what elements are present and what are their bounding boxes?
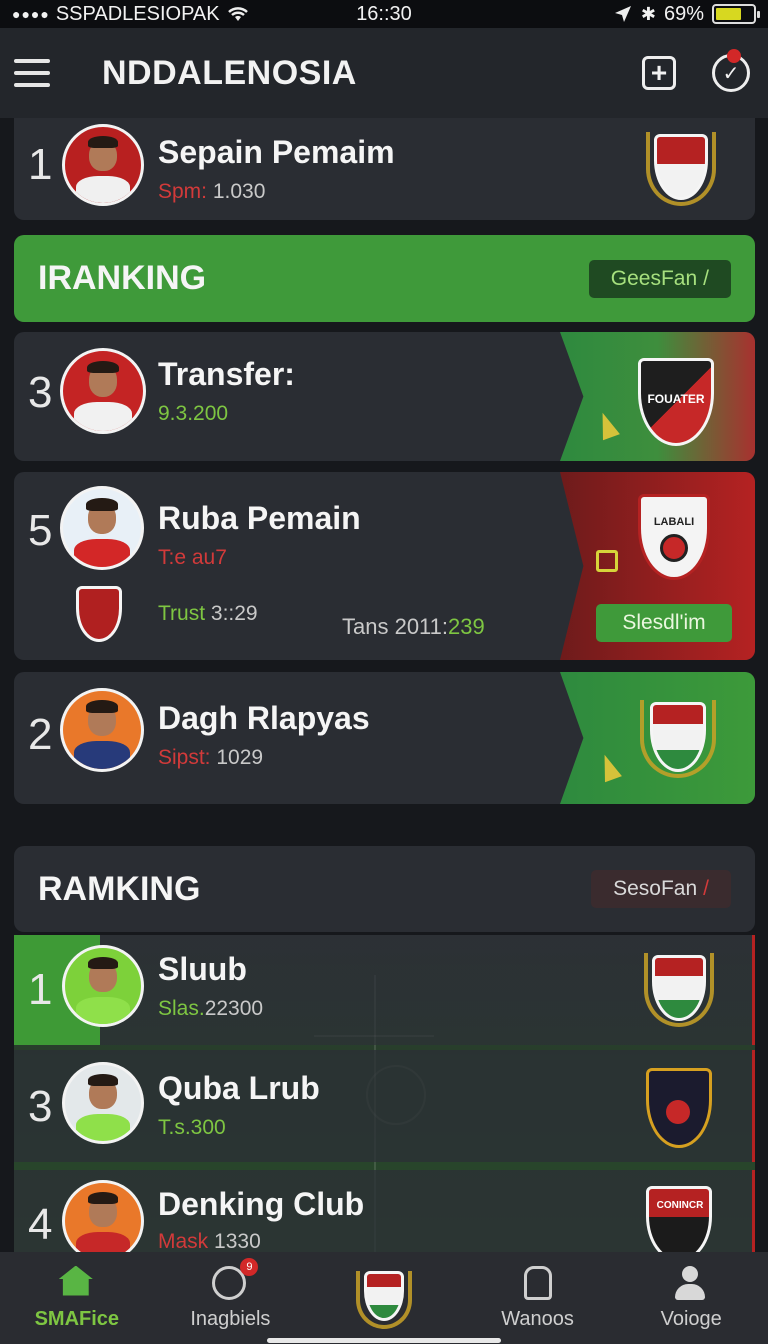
club-crest-icon (644, 1066, 716, 1152)
club-row[interactable]: 3 Quba Lrub T.s.300 (14, 1050, 755, 1162)
club-crest-icon: FOUATER (634, 354, 718, 450)
player-name: Sepain Pemaim (158, 134, 395, 170)
section-title: IRANKING (38, 259, 207, 297)
player-name: Transfer: (158, 356, 295, 392)
location-icon (614, 6, 631, 22)
player-avatar (60, 688, 144, 772)
transfer-stat: Tans 2011:239 (342, 614, 485, 639)
nav-inagbiels[interactable]: 9 Inagbiels (154, 1252, 308, 1344)
player-card[interactable]: 3 Transfer: 9.3.200 FOUATER (14, 332, 755, 461)
club-avatar (62, 945, 144, 1027)
rank-number: 3 (28, 1082, 53, 1131)
menu-icon[interactable] (14, 59, 50, 87)
club-stat: Slas.22300 (158, 997, 264, 1020)
bottom-navigation: SMAFice 9 Inagbiels Wanoos Voioge (0, 1252, 768, 1344)
carrier-name: SSPADLESIOPAK (55, 2, 220, 25)
trust-stat: Trust 3::29 (158, 602, 258, 625)
player-card[interactable]: 1 Sepain Pemaim Spm: 1.030 (14, 118, 755, 220)
section-title: RAMKING (38, 869, 201, 908)
notifications-icon[interactable]: ✓ (712, 49, 750, 92)
rank-number: 1 (28, 140, 53, 189)
club-avatar (62, 1180, 144, 1262)
status-bar: ●●●● SSPADLESIOPAK 16::30 ✱ 69% (0, 0, 768, 28)
rank-number: 1 (28, 965, 53, 1014)
rank-number: 5 (28, 506, 53, 555)
home-indicator[interactable] (267, 1338, 501, 1343)
select-player-button[interactable]: Slesdl'im (596, 604, 732, 642)
nav-label: Voioge (660, 1307, 722, 1330)
nav-wanoos[interactable]: Wanoos (461, 1252, 615, 1344)
section-filter-button[interactable]: GeesFan / (588, 259, 731, 298)
player-card[interactable]: 5 Ruba Pemain T:e au7 Trust 3::29 Tans 2… (14, 472, 755, 660)
club-crest-icon (640, 696, 716, 780)
player-stat: Sipst: 1029 (158, 746, 264, 769)
wifi-icon (227, 7, 248, 21)
club-row[interactable]: 4 Denking Club Mask 1330 CONINCR (14, 1170, 755, 1262)
club-stat: Mask 1330 (158, 1230, 261, 1253)
rank-number: 3 (28, 368, 53, 417)
player-stat: T:e au7 (158, 546, 227, 569)
player-card[interactable]: 2 Dagh Rlapyas Sipst: 1029 (14, 672, 755, 804)
nav-label: SMAFice (34, 1307, 120, 1330)
club-row[interactable]: 1 Sluub Slas.22300 (14, 935, 755, 1045)
rank-number: 2 (28, 710, 53, 759)
player-stat: Spm: 1.030 (158, 180, 266, 203)
bluetooth-icon: ✱ (640, 3, 656, 24)
player-name: Dagh Rlapyas (158, 700, 370, 736)
club-ranking-section-header: RAMKING SesoFan / (14, 846, 755, 932)
player-name: Ruba Pemain (158, 500, 361, 536)
app-header: NDDALENOSIA + ✓ (0, 28, 768, 118)
club-crest-icon (74, 584, 126, 646)
player-avatar (60, 486, 144, 570)
add-icon[interactable]: + (642, 56, 676, 90)
nav-club[interactable] (307, 1252, 461, 1344)
club-name: Quba Lrub (158, 1070, 320, 1106)
club-crest-icon (644, 949, 714, 1029)
club-name: Sluub (158, 951, 247, 987)
player-avatar (60, 348, 146, 434)
home-icon (58, 1265, 93, 1296)
ranking-section-header: IRANKING GeesFan / (14, 235, 755, 322)
document-icon (523, 1265, 552, 1300)
section-filter-button[interactable]: SesoFan / (591, 870, 731, 908)
notification-badge: 9 (240, 1257, 259, 1276)
nav-home[interactable]: SMAFice (0, 1252, 154, 1344)
club-stat: T.s.300 (158, 1116, 226, 1139)
battery-percent: 69% (663, 2, 704, 25)
club-crest-icon (355, 1267, 412, 1329)
nav-profile[interactable]: Voioge (614, 1252, 768, 1344)
club-name: Denking Club (158, 1186, 365, 1222)
signal-icon: ●●●● (12, 6, 50, 22)
club-avatar (62, 1062, 144, 1144)
user-icon (673, 1265, 707, 1302)
battery-icon (712, 4, 760, 24)
club-crest-icon (646, 128, 716, 208)
player-stat: 9.3.200 (158, 402, 229, 425)
player-avatar (62, 124, 144, 206)
rank-number: 4 (28, 1200, 53, 1249)
app-title: NDDALENOSIA (102, 53, 357, 92)
notification-dot (727, 49, 741, 63)
nav-label: Inagbiels (190, 1307, 271, 1330)
compare-icon[interactable] (596, 550, 618, 572)
club-crest-icon: LABALI (634, 490, 714, 586)
nav-label: Wanoos (501, 1307, 574, 1330)
